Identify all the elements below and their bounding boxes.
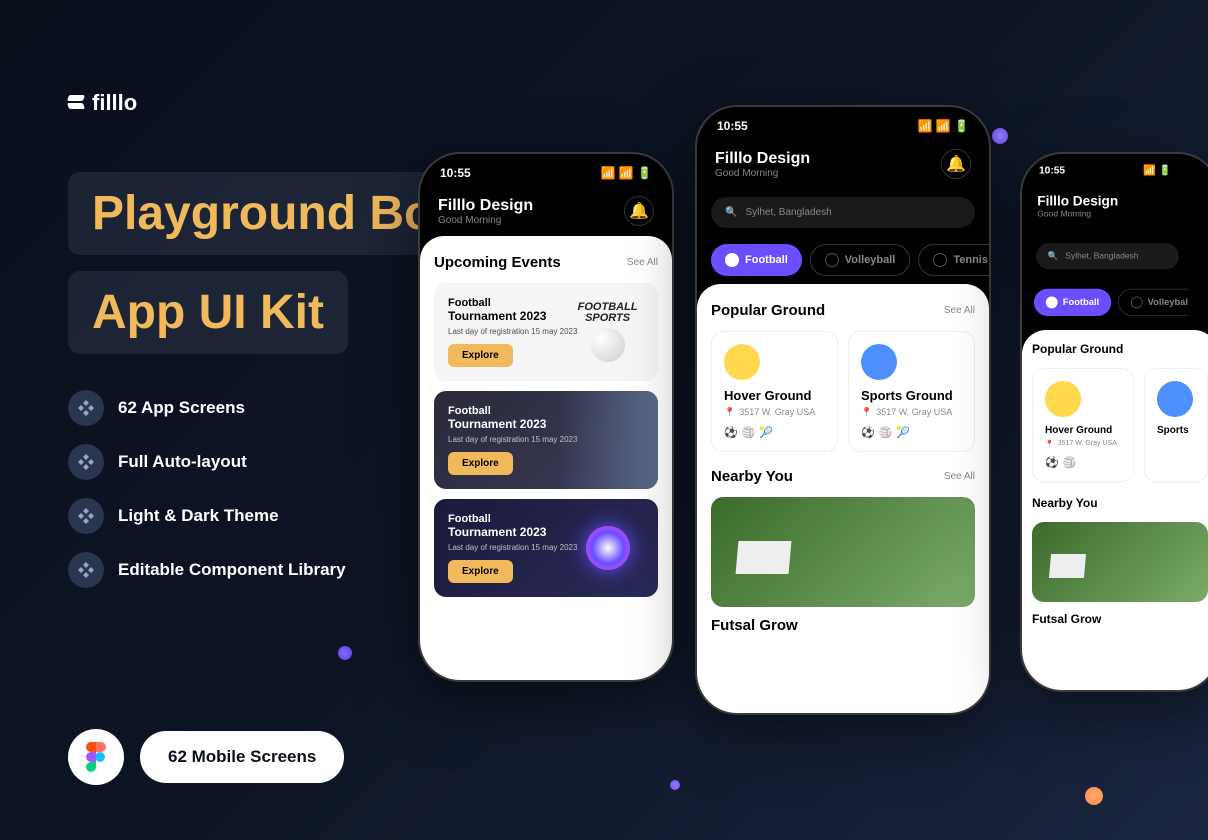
app-header: Filllo Design Good Morning 🔔 [697, 139, 989, 189]
app-subtitle: Good Morning [1037, 210, 1118, 219]
status-bar: 10:55 📶 🔋 [1022, 154, 1189, 181]
address: 📍3517 W. Gray USA [861, 407, 962, 418]
diamond-icon [68, 498, 104, 534]
ground-card[interactable]: Sports [1144, 368, 1208, 482]
app-header: Filllo Design Good Morning [1022, 186, 1189, 228]
football-sports-badge: FOOTBALL SPORTS [557, 302, 658, 324]
status-time: 10:55 [717, 119, 748, 133]
pin-icon: 📍 [724, 407, 735, 418]
ground-card[interactable]: Sports Ground 📍3517 W. Gray USA ⚽🏐🎾 [848, 331, 975, 452]
phone-mockup-3: 10:55 📶 🔋 Filllo Design Good Morning 🔍 S… [1020, 152, 1208, 692]
status-time: 10:55 [1039, 164, 1065, 176]
app-subtitle: Good Morning [438, 215, 533, 226]
status-time: 10:55 [440, 166, 471, 180]
status-icons: 📶 🔋 [1143, 164, 1171, 176]
sport-icons: ⚽🏐🎾 [861, 426, 962, 439]
chip-volleyball[interactable]: Volleyball [1118, 289, 1189, 316]
ground-card[interactable]: Hover Ground 📍3517 W. Gray USA ⚽🏐🎾 [711, 331, 838, 452]
decorative-dot [338, 646, 352, 660]
see-all-link[interactable]: See All [627, 257, 658, 268]
chip-football[interactable]: Football [711, 244, 802, 276]
nearby-title: Futsal Grow [711, 617, 975, 634]
feature-label: Light & Dark Theme [118, 506, 279, 526]
notch [501, 164, 591, 188]
section-title: Popular Ground [1032, 342, 1123, 356]
event-card[interactable]: Football Tournament 2023 Last day of reg… [434, 283, 658, 381]
features-list: 62 App Screens Full Auto-layout Light & … [68, 390, 346, 588]
ground-icon [861, 344, 897, 380]
ground-icon [1157, 381, 1193, 417]
address: 📍3517 W. Gray USA [724, 407, 825, 418]
chip-tennis[interactable]: Tennis [918, 244, 989, 276]
app-title: Filllo Design [438, 197, 533, 215]
app-subtitle: Good Morning [715, 168, 810, 179]
figma-icon [68, 729, 124, 785]
section-title: Upcoming Events [434, 254, 561, 271]
decorative-dot [670, 780, 680, 790]
feature-item: 62 App Screens [68, 390, 346, 426]
diamond-icon [68, 390, 104, 426]
explore-button[interactable]: Explore [448, 560, 513, 583]
search-text: Sylhet, Bangladesh [745, 207, 831, 218]
see-all-link[interactable]: See All [944, 471, 975, 482]
nearby-title: Futsal Grow [1032, 612, 1208, 626]
pin-icon: 📍 [1045, 440, 1054, 448]
section-title: Nearby You [1032, 496, 1098, 510]
phone-mockup-1: 10:55 📶 📶 🔋 Filllo Design Good Morning 🔔… [418, 152, 674, 682]
chip-football[interactable]: Football [1034, 289, 1111, 316]
section-title: Nearby You [711, 468, 793, 485]
explore-button[interactable]: Explore [448, 452, 513, 475]
sport-icons: ⚽🏐 [1045, 456, 1121, 469]
status-icons: 📶 📶 🔋 [601, 166, 653, 180]
screens-pill: 62 Mobile Screens [140, 731, 344, 783]
event-card[interactable]: Football Tournament 2023 Last day of reg… [434, 391, 658, 489]
notch [798, 117, 888, 141]
feature-item: Light & Dark Theme [68, 498, 346, 534]
bottom-pills: 62 Mobile Screens [68, 729, 344, 785]
bell-icon[interactable]: 🔔 [624, 196, 654, 226]
event-card[interactable]: Football Tournament 2023 Last day of reg… [434, 499, 658, 597]
feature-label: 62 App Screens [118, 398, 245, 418]
sport-chips: Football Volleyball Tennis [697, 236, 989, 284]
status-icons: 📶 📶 🔋 [918, 119, 970, 133]
feature-item: Editable Component Library [68, 552, 346, 588]
search-icon: 🔍 [1048, 252, 1059, 261]
nearby-image[interactable] [1032, 522, 1208, 602]
diamond-icon [68, 444, 104, 480]
location-search[interactable]: 🔍 Sylhet, Bangladesh [1036, 243, 1179, 269]
sport-icons: ⚽🏐🎾 [724, 426, 825, 439]
search-text: Sylhet, Bangladesh [1065, 252, 1138, 261]
pin-icon: 📍 [861, 407, 872, 418]
chip-volleyball[interactable]: Volleyball [810, 244, 911, 276]
feature-label: Full Auto-layout [118, 452, 247, 472]
search-icon: 🔍 [725, 207, 737, 218]
feature-item: Full Auto-layout [68, 444, 346, 480]
location-search[interactable]: 🔍 Sylhet, Bangladesh [711, 197, 975, 228]
sport-chips: Football Volleyball [1022, 282, 1189, 323]
app-title: Filllo Design [715, 150, 810, 168]
phone-mockup-2: 10:55 📶 📶 🔋 Filllo Design Good Morning 🔔… [695, 105, 991, 715]
see-all-link[interactable]: See All [944, 305, 975, 316]
diamond-icon [68, 552, 104, 588]
ground-icon [724, 344, 760, 380]
logo-icon [68, 95, 84, 111]
feature-label: Editable Component Library [118, 560, 346, 580]
decorative-dot [1085, 787, 1103, 805]
app-header: Filllo Design Good Morning 🔔 [420, 186, 672, 236]
soccer-ball-icon [591, 328, 625, 362]
decorative-dot [992, 128, 1008, 144]
headline-line-2: App UI Kit [68, 271, 348, 354]
explore-button[interactable]: Explore [448, 344, 513, 367]
brand-logo: filllo [68, 90, 137, 116]
brand-name: filllo [92, 90, 137, 116]
bell-icon[interactable]: 🔔 [941, 149, 971, 179]
section-title: Popular Ground [711, 302, 825, 319]
app-title: Filllo Design [1037, 195, 1118, 210]
ground-card[interactable]: Hover Ground 📍3517 W. Gray USA ⚽🏐 [1032, 368, 1134, 482]
ground-icon [1045, 381, 1081, 417]
address: 📍3517 W. Gray USA [1045, 440, 1121, 448]
nearby-image[interactable] [711, 497, 975, 607]
